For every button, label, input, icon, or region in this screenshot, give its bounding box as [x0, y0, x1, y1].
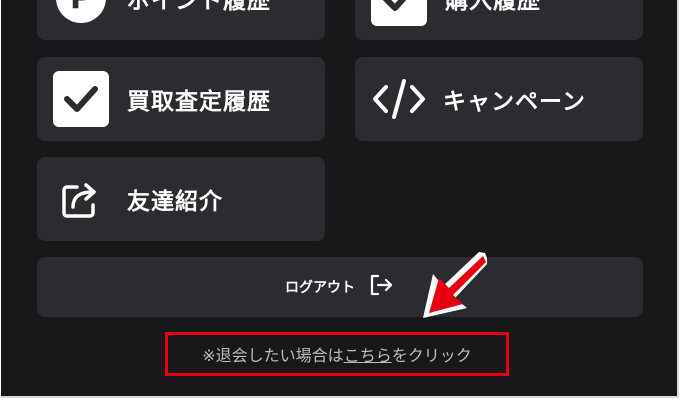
logout-arrow-icon [369, 273, 395, 301]
svg-text:P: P [70, 0, 92, 16]
menu-point-history-label: ポイント履歴 [127, 0, 271, 14]
menu-campaign-label: キャンペーン [443, 89, 586, 115]
withdrawal-link[interactable]: こちら [344, 342, 392, 366]
menu-campaign[interactable]: キャンペーン [355, 57, 643, 141]
menu-buyback-history-label: 買取査定履歴 [127, 89, 271, 115]
logout-button[interactable]: ログアウト [37, 257, 643, 317]
point-p-icon: P [53, 0, 109, 26]
menu-point-history[interactable]: P ポイント履歴 [37, 0, 325, 40]
notice-prefix: ※退会したい場合は [202, 346, 344, 365]
checkbox-icon [371, 0, 427, 26]
red-arrow-annotation-icon [423, 252, 487, 318]
menu-purchase-history[interactable]: 購入履歴 [355, 0, 643, 40]
checkbox-icon [53, 71, 109, 127]
withdrawal-notice: ※退会したい場合は こちら をクリック [165, 332, 509, 376]
code-icon [371, 71, 427, 127]
menu-buyback-history[interactable]: 買取査定履歴 [37, 57, 325, 141]
share-icon [53, 171, 109, 227]
menu-referral[interactable]: 友達紹介 [37, 157, 325, 241]
menu-referral-label: 友達紹介 [127, 189, 223, 215]
notice-suffix: をクリック [391, 346, 472, 365]
app-frame: P ポイント履歴 購入履歴 買取査定履歴 [1, 0, 679, 398]
logout-label: ログアウト [285, 280, 355, 296]
menu-purchase-history-label: 購入履歴 [445, 0, 541, 14]
